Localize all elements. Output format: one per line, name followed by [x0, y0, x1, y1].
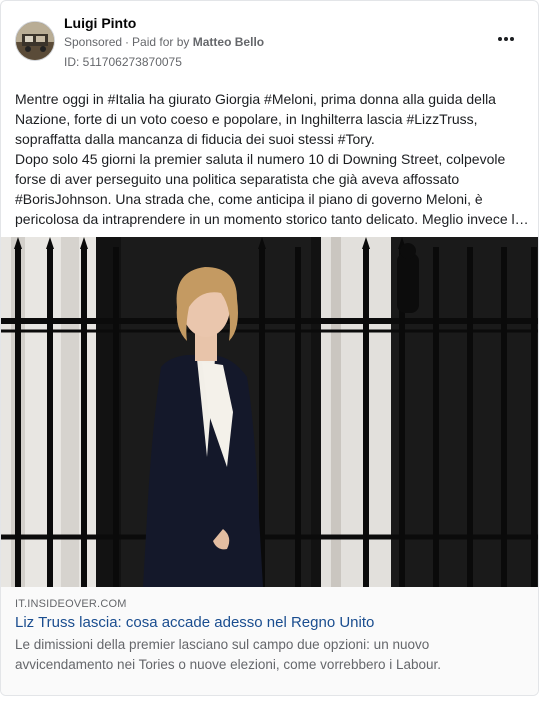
link-image[interactable]	[1, 237, 538, 587]
payer-name: Matteo Bello	[192, 35, 265, 49]
paid-for-label: Paid for by	[132, 35, 190, 49]
author-name[interactable]: Luigi Pinto	[64, 15, 136, 31]
post-body-paragraph-1: Mentre oggi in #Italia ha giurato Giorgi…	[15, 91, 496, 147]
post-body-paragraph-2: Dopo solo 45 giorni la premier saluta il…	[15, 151, 529, 227]
ad-card: Luigi Pinto Sponsored · Paid for by Matteo…	[0, 0, 539, 696]
more-options-icon[interactable]	[494, 29, 518, 49]
link-description: Le dimissioni della premier lasciano sul…	[15, 637, 442, 672]
link-headline[interactable]: Liz Truss lascia: cosa accade adesso nel…	[15, 614, 374, 631]
avatar[interactable]	[15, 21, 55, 61]
post-header: Luigi Pinto Sponsored · Paid for by Matteo…	[15, 13, 524, 73]
sponsored-meta: Sponsored · Paid for by Matteo Bello	[64, 35, 264, 49]
link-preview[interactable]: IT.INSIDEOVER.COM Liz Truss lascia: cosa…	[1, 587, 538, 695]
ad-id: ID: 511706273870075	[64, 55, 182, 69]
link-domain: IT.INSIDEOVER.COM	[15, 598, 127, 610]
post-body: Mentre oggi in #Italia ha giurato Giorgi…	[15, 89, 529, 229]
separator-dot: ·	[125, 35, 130, 49]
sponsored-label: Sponsored	[64, 35, 123, 49]
